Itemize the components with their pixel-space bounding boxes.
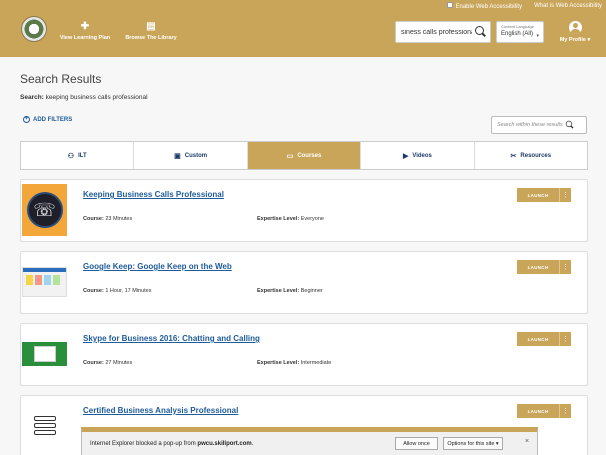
course-duration: Course: 1 Hour, 17 Minutes xyxy=(83,288,152,294)
result-title-link[interactable]: Certified Business Analysis Professional xyxy=(83,406,238,415)
result-title-link[interactable]: Keeping Business Calls Professional xyxy=(83,190,224,199)
expertise-level: Expertise Level: Intermediate xyxy=(257,360,332,366)
launch-group: LAUNCH ⋮ xyxy=(517,332,571,346)
puzzle-icon: ✚ xyxy=(80,21,90,32)
options-for-site-button[interactable]: Options for this site ▾ xyxy=(443,437,503,450)
tab-videos[interactable]: ▶ Videos xyxy=(361,142,475,169)
tab-courses[interactable]: ▭ Courses xyxy=(247,142,362,169)
launch-group: LAUNCH ⋮ xyxy=(517,188,571,202)
result-type-tabs: ⚇ ILT ▣ Custom ▭ Courses ▶ Videos ✂ Resources xyxy=(20,141,588,170)
course-duration: Course: 27 Minutes xyxy=(83,360,133,366)
popup-blocker-bar: Internet Explorer blocked a pop-up from … xyxy=(81,427,538,455)
nav-browse-library[interactable]: ▤ Browse The Library xyxy=(120,21,182,42)
tools-icon: ✂ xyxy=(510,152,517,160)
more-options-icon[interactable]: ⋮ xyxy=(559,188,571,202)
close-icon[interactable]: × xyxy=(525,438,529,445)
search-input[interactable] xyxy=(396,28,472,36)
more-options-icon[interactable]: ⋮ xyxy=(559,260,571,274)
expertise-level: Expertise Level: Everyone xyxy=(257,216,324,222)
book-icon: ▤ xyxy=(146,21,156,32)
global-search xyxy=(395,21,491,43)
my-profile-menu[interactable]: My Profile ▾ xyxy=(553,21,597,43)
course-duration: Course: 23 Minutes xyxy=(83,216,133,222)
course-thumbnail[interactable] xyxy=(22,267,67,297)
result-card: Google Keep: Google Keep on the Web Cour… xyxy=(20,251,588,314)
result-card: Skype for Business 2016: Chatting and Ca… xyxy=(20,323,588,386)
course-thumbnail[interactable] xyxy=(22,400,67,452)
checkbox-icon[interactable] xyxy=(447,1,454,8)
thumbnail-window xyxy=(33,346,56,362)
allow-once-button[interactable]: Allow once xyxy=(395,437,438,450)
popup-message: Internet Explorer blocked a pop-up from … xyxy=(90,440,254,447)
avatar-icon xyxy=(568,21,582,34)
thumbnail-notes xyxy=(23,272,66,288)
search-icon[interactable] xyxy=(474,25,488,39)
clipboard-icon: ▣ xyxy=(174,152,181,160)
accessibility-bar: Enable Web Accessibility What is Web Acc… xyxy=(447,1,606,10)
person-icon: ⚇ xyxy=(67,152,75,160)
plus-circle-icon: + xyxy=(23,116,30,123)
course-thumbnail[interactable] xyxy=(22,342,67,366)
course-icon: ▭ xyxy=(286,152,294,160)
launch-group: LAUNCH ⋮ xyxy=(517,404,571,418)
course-thumbnail[interactable]: ☏ xyxy=(22,184,67,236)
add-filters-button[interactable]: + ADD FILTERS xyxy=(23,116,72,123)
search-summary: Search: keeping business calls professio… xyxy=(20,94,148,101)
expertise-level: Expertise Level: Beginner xyxy=(257,288,323,294)
language-select[interactable]: Content Language English (All) ▾ xyxy=(496,21,544,43)
phone-icon: ☏ xyxy=(26,192,63,228)
tab-resources[interactable]: ✂ Resources xyxy=(475,142,587,169)
books-icon xyxy=(33,415,56,437)
accessibility-toggle[interactable]: Enable Web Accessibility xyxy=(447,1,522,10)
more-options-icon[interactable]: ⋮ xyxy=(559,332,571,346)
result-title-link[interactable]: Skype for Business 2016: Chatting and Ca… xyxy=(83,334,260,343)
language-value: English (All) xyxy=(501,31,534,37)
search-query: keeping business calls professional xyxy=(45,94,148,101)
search-within-results[interactable]: Search within these results xyxy=(491,116,587,134)
launch-group: LAUNCH ⋮ xyxy=(517,260,571,274)
nav-view-learning-plan[interactable]: ✚ View Learning Plan xyxy=(56,21,114,42)
language-label: Content Language xyxy=(501,24,534,29)
video-icon: ▶ xyxy=(402,152,409,160)
launch-button[interactable]: LAUNCH xyxy=(517,404,559,418)
what-is-accessibility-link[interactable]: What is Web Accessibility xyxy=(534,3,602,9)
result-title-link[interactable]: Google Keep: Google Keep on the Web xyxy=(83,262,232,271)
launch-button[interactable]: LAUNCH xyxy=(517,188,559,202)
caret-down-icon: ▾ xyxy=(536,33,539,39)
tab-custom[interactable]: ▣ Custom xyxy=(134,142,248,169)
page-title: Search Results xyxy=(20,72,102,86)
organization-logo[interactable] xyxy=(21,16,47,42)
search-icon[interactable] xyxy=(565,120,575,130)
more-options-icon[interactable]: ⋮ xyxy=(559,404,571,418)
launch-button[interactable]: LAUNCH xyxy=(517,260,559,274)
result-card: ☏ Keeping Business Calls Professional Co… xyxy=(20,179,588,242)
launch-button[interactable]: LAUNCH xyxy=(517,332,559,346)
tab-ilt[interactable]: ⚇ ILT xyxy=(21,142,135,169)
top-header: Enable Web Accessibility What is Web Acc… xyxy=(0,0,606,57)
